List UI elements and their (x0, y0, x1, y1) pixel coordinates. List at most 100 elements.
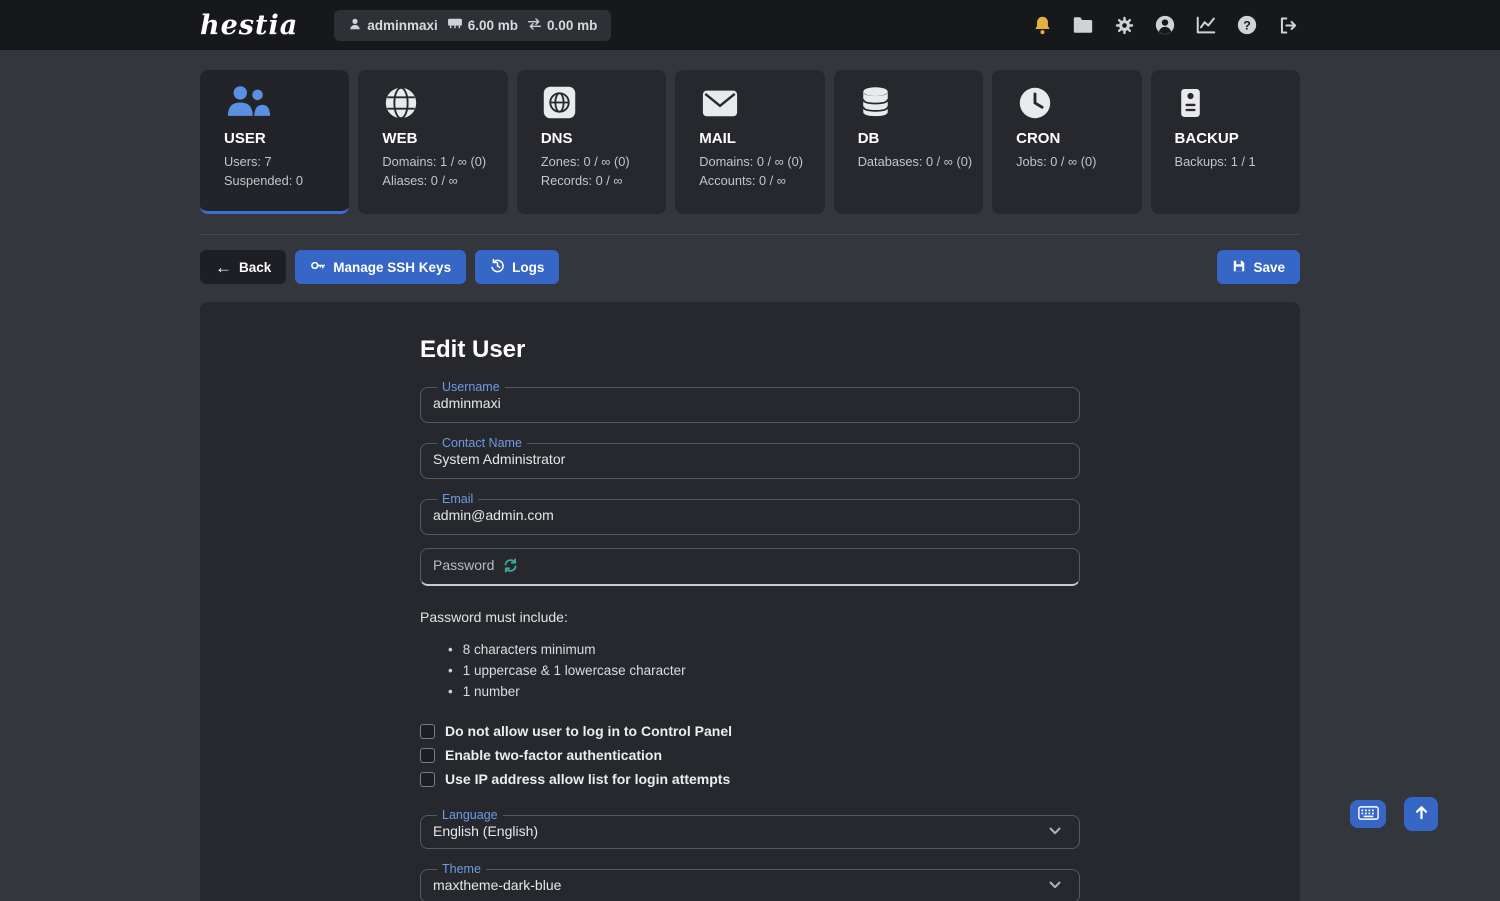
stat-card-user[interactable]: USER Users: 7 Suspended: 0 (200, 70, 350, 214)
file-manager-folder-icon[interactable] (1071, 13, 1095, 37)
globe-icon (382, 84, 497, 126)
stat-card-line: Backups: 1 / 1 (1174, 154, 1256, 169)
username-label: Username (442, 380, 500, 394)
stat-card-title: MAIL (699, 130, 736, 147)
manage-ssh-keys-button[interactable]: Manage SSH Keys (295, 250, 467, 284)
two-factor-checkbox[interactable] (420, 747, 435, 763)
stat-card-line: Aliases: 0 / ∞ (382, 173, 458, 188)
bullet-point: • (448, 663, 453, 678)
hestia-logo[interactable]: hestia (200, 10, 298, 41)
account-user-icon[interactable] (1153, 13, 1177, 37)
password-requirements-title: Password must include: (420, 609, 568, 625)
language-label: Language (442, 808, 498, 822)
disallow-login-option[interactable]: Do not allow user to log in to Control P… (420, 719, 1080, 743)
password-requirements-list: • 8 characters minimum • 1 uppercase & 1 l… (448, 639, 1080, 702)
topbar: hestia adminmaxi 6.00 mb 0.00 mb ? (0, 0, 1500, 50)
bandwidth-value: 0.00 mb (547, 17, 598, 33)
contact-name-input[interactable] (433, 451, 1067, 467)
disallow-login-checkbox[interactable] (420, 723, 435, 739)
stat-card-backup[interactable]: BACKUP Backups: 1 / 1 (1150, 70, 1300, 214)
stat-card-line: Jobs: 0 / ∞ (0) (1016, 154, 1097, 169)
stat-card-line: Suspended: 0 (224, 173, 303, 188)
password-placeholder: Password (433, 557, 495, 573)
email-label: Email (442, 492, 474, 506)
theme-select-field[interactable]: Theme maxtheme-dark-blue (420, 862, 1080, 901)
logout-icon[interactable] (1276, 13, 1300, 37)
logs-button[interactable]: Logs (475, 250, 560, 284)
mail-icon (699, 84, 814, 126)
disk-usage-value: 6.00 mb (467, 17, 519, 33)
options-checkbox-group: Do not allow user to log in to Control P… (420, 719, 1080, 791)
stat-card-line: Domains: 1 / ∞ (0) (382, 154, 487, 169)
stat-card-title: USER (224, 130, 266, 147)
scroll-to-top-button[interactable] (1404, 797, 1438, 831)
users-icon (224, 84, 339, 126)
keyboard-icon (1357, 805, 1379, 823)
password-field[interactable]: Password (420, 548, 1080, 586)
edit-user-panel: Edit User Username Contact Name Email Pa… (200, 302, 1300, 901)
keyboard-shortcuts-button[interactable] (1350, 800, 1386, 828)
svg-text:?: ? (1243, 18, 1251, 32)
language-select-field[interactable]: Language English (English) (420, 808, 1080, 849)
user-icon (348, 17, 362, 34)
stat-card-mail[interactable]: MAIL Domains: 0 / ∞ (0) Accounts: 0 / ∞ (675, 70, 825, 214)
stat-card-line: Accounts: 0 / ∞ (699, 173, 786, 188)
password-requirement: • 1 number (448, 681, 1080, 702)
settings-gear-icon[interactable] (1112, 13, 1136, 37)
chevron-down-icon (1049, 827, 1067, 835)
floating-actions (1350, 797, 1438, 831)
clock-icon (1016, 84, 1131, 126)
user-session-pill[interactable]: adminmaxi 6.00 mb 0.00 mb (334, 9, 612, 41)
save-button[interactable]: Save (1217, 250, 1300, 284)
ip-allow-list-checkbox[interactable] (420, 771, 435, 787)
stats-nav: USER Users: 7 Suspended: 0 WEB Domains: … (200, 70, 1300, 214)
help-question-icon[interactable]: ? (1235, 13, 1259, 37)
stat-card-line: Databases: 0 / ∞ (0) (857, 154, 973, 169)
stat-card-line: Zones: 0 / ∞ (0) (540, 154, 630, 169)
theme-label: Theme (442, 862, 481, 876)
key-icon (310, 258, 326, 276)
toolbar: ← Back Manage SSH Keys Logs Save (200, 250, 1300, 284)
stat-card-web[interactable]: WEB Domains: 1 / ∞ (0) Aliases: 0 / ∞ (358, 70, 508, 214)
username-input[interactable] (433, 395, 1067, 411)
dns-globe-icon (541, 84, 656, 126)
language-selected-value: English (English) (433, 823, 539, 839)
history-icon (490, 258, 505, 276)
ip-allow-list-option[interactable]: Use IP address allow list for login atte… (420, 767, 1080, 791)
back-arrow-icon: ← (215, 257, 232, 277)
stat-card-dns[interactable]: DNS Zones: 0 / ∞ (0) Records: 0 / ∞ (516, 70, 667, 214)
stat-card-line: Users: 7 (224, 154, 272, 169)
two-factor-option[interactable]: Enable two-factor authentication (420, 743, 1080, 767)
email-field: Email (420, 492, 1080, 535)
statistics-chart-icon[interactable] (1194, 13, 1218, 37)
generate-password-icon[interactable] (503, 557, 518, 573)
contact-name-label: Contact Name (442, 436, 522, 450)
email-input[interactable] (433, 507, 1067, 523)
stat-card-cron[interactable]: CRON Jobs: 0 / ∞ (0) (992, 70, 1142, 214)
page-title: Edit User (420, 336, 526, 363)
disk-usage-icon (447, 17, 463, 33)
stat-card-title: WEB (382, 130, 418, 147)
bullet-point: • (448, 642, 453, 657)
section-divider (200, 234, 1300, 235)
stat-card-title: CRON (1016, 130, 1061, 147)
chevron-down-icon (1049, 881, 1067, 889)
username-field: Username (420, 380, 1080, 423)
stat-card-title: DB (857, 130, 880, 147)
contact-name-field: Contact Name (420, 436, 1080, 479)
arrow-up-icon (1414, 805, 1429, 823)
bullet-point: • (448, 684, 453, 699)
stat-card-title: DNS (540, 130, 573, 147)
password-requirement: • 1 uppercase & 1 lowercase character (448, 660, 1080, 681)
back-button[interactable]: ← Back (200, 250, 287, 284)
stat-card-line: Domains: 0 / ∞ (0) (699, 154, 803, 169)
stat-card-line: Records: 0 / ∞ (540, 173, 623, 188)
stat-card-db[interactable]: DB Databases: 0 / ∞ (0) (833, 70, 984, 214)
theme-selected-value: maxtheme-dark-blue (433, 877, 562, 893)
database-icon (858, 84, 973, 126)
topbar-actions: ? (1030, 13, 1300, 37)
notifications-bell-icon[interactable] (1030, 13, 1054, 37)
password-requirement: • 8 characters minimum (448, 639, 1080, 660)
backup-drive-icon (1175, 84, 1290, 126)
stat-card-title: BACKUP (1174, 130, 1239, 147)
